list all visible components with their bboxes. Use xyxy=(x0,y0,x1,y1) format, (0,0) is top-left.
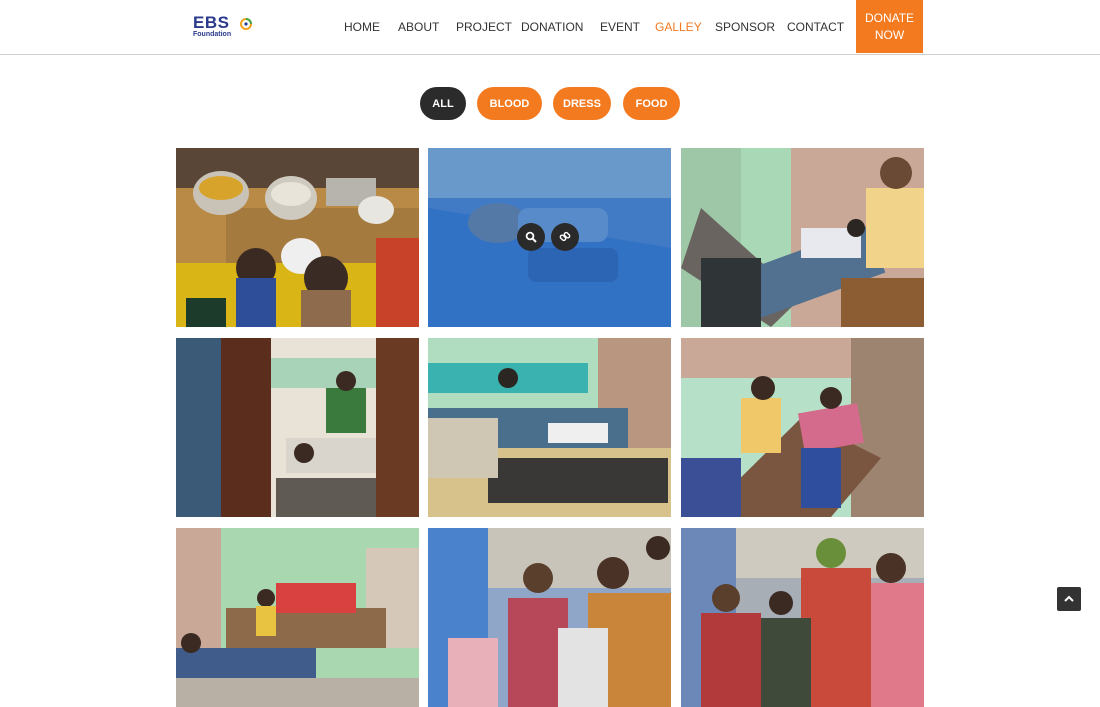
gallery-photo-blood-donor-lying[interactable] xyxy=(681,338,924,517)
link-icon xyxy=(559,231,571,242)
donate-now-button[interactable]: DONATE NOW xyxy=(856,0,923,53)
gallery-photo-blood-donation-camp[interactable] xyxy=(681,148,924,327)
ebs-foundation-logo[interactable]: EBS Foundation xyxy=(193,14,257,42)
filter-all-button[interactable]: ALL xyxy=(420,87,466,120)
gallery-photo-blood-donation-room[interactable] xyxy=(176,338,419,517)
nav-home[interactable]: HOME xyxy=(344,20,380,34)
chevron-up-icon xyxy=(1064,595,1074,602)
donate-label-line2: NOW xyxy=(874,28,905,42)
gallery-photo-camp-hall[interactable] xyxy=(176,528,419,707)
open-link-button[interactable] xyxy=(551,223,579,251)
search-icon xyxy=(525,231,537,243)
nav-event[interactable]: EVENT xyxy=(600,20,640,34)
donate-label-line1: DONATE xyxy=(864,11,915,25)
nav-donation[interactable]: DONATION xyxy=(521,20,583,34)
logo-mark-icon xyxy=(240,18,252,30)
logo-subtitle: Foundation xyxy=(193,31,232,38)
zoom-button[interactable] xyxy=(517,223,545,251)
back-to-top-button[interactable] xyxy=(1057,587,1081,611)
gallery-photo-food-distribution[interactable] xyxy=(176,148,419,327)
nav-contact[interactable]: CONTACT xyxy=(787,20,844,34)
gallery-photo-dress-distribution-crowd[interactable] xyxy=(428,528,671,707)
gallery-photo-blood-donor-hovered[interactable] xyxy=(428,148,671,327)
nav-project[interactable]: PROJECT xyxy=(456,20,512,34)
filter-blood-button[interactable]: BLOOD xyxy=(477,87,542,120)
logo-name: EBS xyxy=(193,13,230,32)
filter-food-button[interactable]: FOOD xyxy=(623,87,680,120)
gallery-photo-women-children-crowd[interactable] xyxy=(681,528,924,707)
nav-gallery[interactable]: GALLEY xyxy=(655,20,702,34)
gallery-photo-blood-donors-beds[interactable] xyxy=(428,338,671,517)
hover-overlay xyxy=(428,148,671,327)
gallery-filter-bar: ALL BLOOD DRESS FOOD xyxy=(0,87,1100,120)
nav-sponsor[interactable]: SPONSOR xyxy=(715,20,775,34)
filter-dress-button[interactable]: DRESS xyxy=(553,87,611,120)
site-header: EBS Foundation HOME ABOUT PROJECT DONATI… xyxy=(0,0,1100,55)
nav-about[interactable]: ABOUT xyxy=(398,20,439,34)
